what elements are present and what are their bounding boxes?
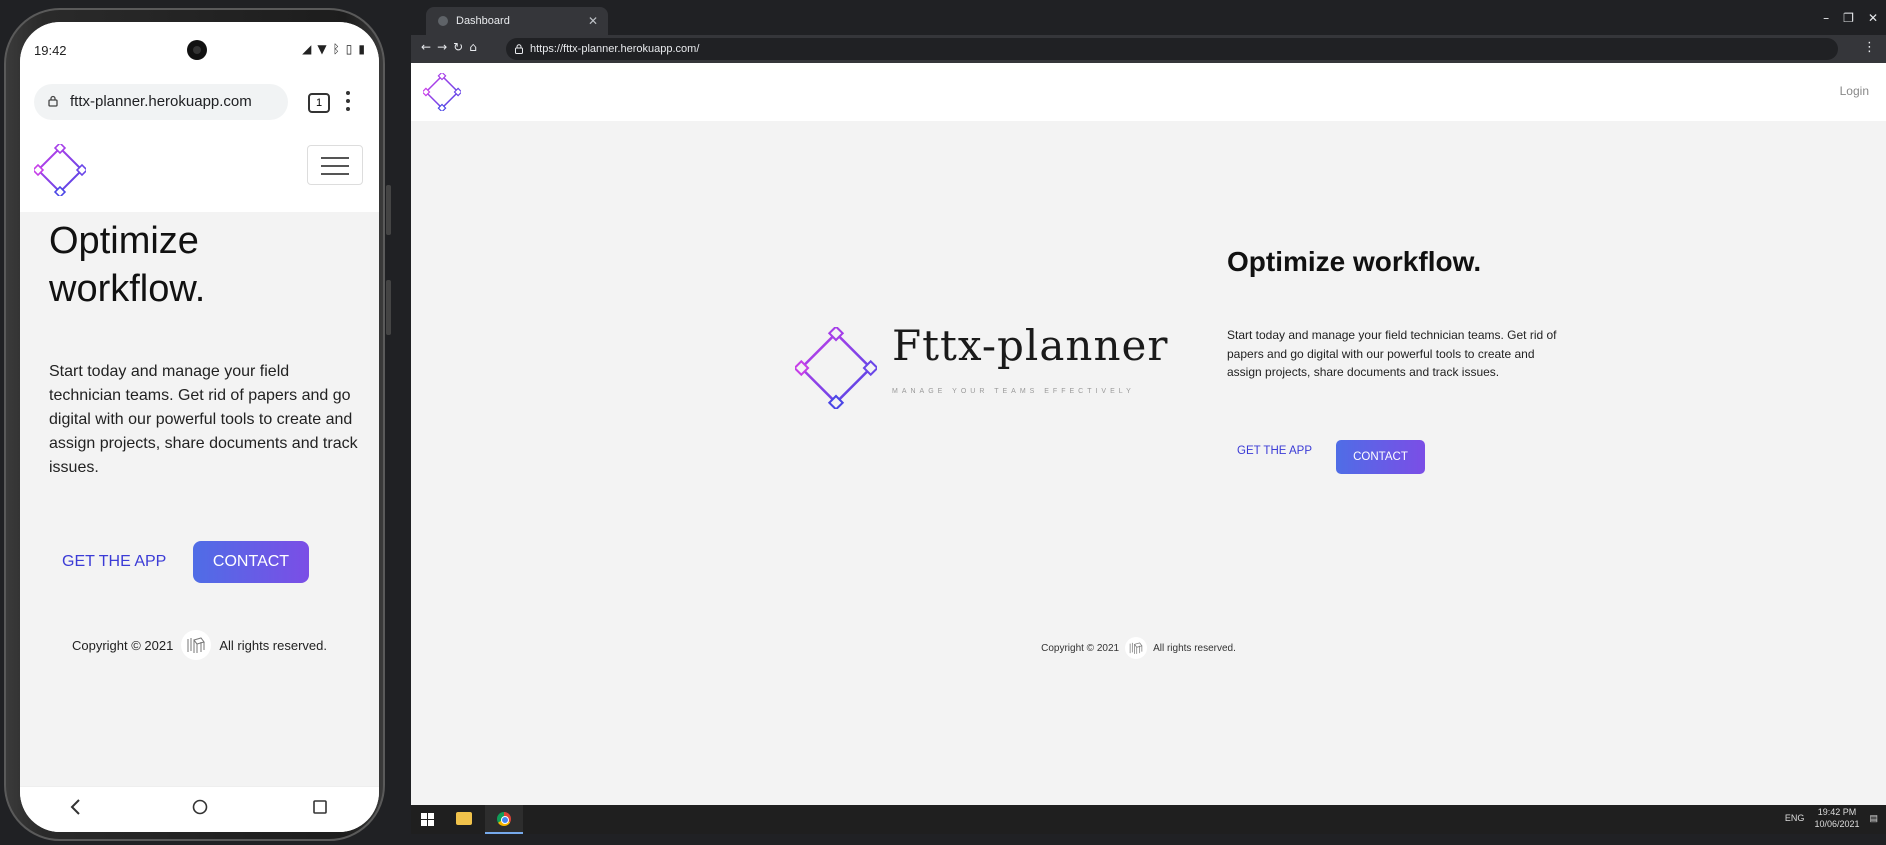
reload-icon[interactable]: ↻ — [453, 40, 463, 54]
restore-icon[interactable]: ❐ — [1843, 11, 1854, 25]
browser-tab[interactable]: Dashboard ✕ — [426, 7, 608, 35]
lock-icon — [515, 44, 523, 54]
diamond-logo-icon[interactable] — [423, 73, 461, 111]
vibrate-icon: ▯ — [345, 42, 353, 56]
company-logo-icon — [181, 630, 212, 660]
nav-buttons: ← → ↻ ⌂ — [421, 40, 477, 54]
desktop-window: Dashboard ✕ – ❐ ✕ ← → ↻ ⌂ https://fttx-p… — [411, 5, 1886, 834]
phone-hero-description: Start today and manage your field techni… — [49, 363, 358, 476]
hero-heading: Optimize workflow. — [1227, 246, 1482, 277]
phone-footer: Copyright © 2021 All rights reserved. — [20, 630, 379, 660]
system-tray: ENG 19:42 PM 10/06/2021 ▤ — [1785, 806, 1878, 830]
browser-menu-icon[interactable] — [345, 91, 351, 113]
signal-icon: ◢ — [302, 42, 312, 56]
battery-icon: ▮ — [358, 42, 365, 56]
bluetooth-icon: ᛒ — [332, 42, 340, 56]
clock-date: 10/06/2021 — [1814, 819, 1860, 829]
contact-button[interactable]: CONTACT — [1336, 440, 1425, 474]
close-window-icon[interactable]: ✕ — [1868, 11, 1878, 25]
tab-title: Dashboard — [456, 15, 510, 27]
login-link[interactable]: Login — [1840, 84, 1869, 98]
tab-favicon — [438, 16, 448, 26]
phone-url-text: fttx-planner.herokuapp.com — [70, 93, 252, 110]
address-bar[interactable]: https://fttx-planner.herokuapp.com/ — [506, 38, 1838, 60]
chrome-taskbar-button[interactable] — [485, 805, 523, 834]
diamond-logo-icon[interactable] — [34, 144, 86, 196]
file-explorer-icon[interactable] — [456, 812, 472, 825]
page-viewport: Login Fttx-planner MANAGE YOUR TEAMS EFF… — [411, 63, 1886, 805]
forward-arrow-icon[interactable]: → — [437, 40, 447, 54]
back-arrow-icon[interactable]: ← — [421, 40, 431, 54]
phone-footer-copyright: Copyright © 2021 — [71, 637, 174, 653]
taskbar: ENG 19:42 PM 10/06/2021 ▤ — [411, 805, 1886, 834]
wifi-icon: ▼ — [317, 42, 327, 56]
back-icon[interactable] — [69, 799, 81, 819]
phone-footer-rights: All rights reserved. — [219, 637, 327, 653]
language-indicator[interactable]: ENG — [1785, 813, 1805, 823]
status-icons: ◢ ▼ ᛒ ▯ ▮ — [302, 42, 365, 56]
brand-logo-icon — [795, 327, 877, 409]
phone-hero-heading: Optimize workflow. — [49, 220, 206, 310]
lock-icon — [48, 95, 58, 107]
tab-strip: Dashboard ✕ – ❐ ✕ — [411, 5, 1886, 35]
tab-switcher-button[interactable]: 1 — [308, 93, 330, 113]
site-footer: Copyright © 2021 All rights reserved. — [411, 637, 1886, 659]
status-time: 19:42 — [34, 43, 67, 58]
address-url: https://fttx-planner.herokuapp.com/ — [530, 43, 700, 55]
home-icon[interactable]: ⌂ — [469, 40, 477, 54]
site-navbar: Login — [411, 63, 1886, 121]
camera-icon — [187, 40, 207, 60]
minimize-icon[interactable]: – — [1823, 11, 1829, 25]
hero-description: Start today and manage your field techni… — [1227, 328, 1557, 379]
phone-status-bar: 19:42 ◢ ▼ ᛒ ▯ ▮ — [20, 22, 379, 76]
brand-tagline: MANAGE YOUR TEAMS EFFECTIVELY — [892, 388, 1135, 395]
phone-screen: 19:42 ◢ ▼ ᛒ ▯ ▮ fttx-planner.herokuapp.c… — [20, 22, 379, 832]
clock[interactable]: 19:42 PM 10/06/2021 — [1814, 806, 1859, 830]
footer-copyright: Copyright © 2021 — [1041, 642, 1120, 654]
tab-close-icon[interactable]: ✕ — [588, 7, 598, 35]
window-controls: – ❐ ✕ — [1823, 11, 1878, 25]
power-button — [386, 280, 391, 335]
browser-menu-icon[interactable]: ⋮ — [1863, 40, 1876, 55]
volume-button — [386, 185, 391, 235]
phone-frame: 19:42 ◢ ▼ ᛒ ▯ ▮ fttx-planner.herokuapp.c… — [4, 8, 391, 841]
phone-get-app-button[interactable]: GET THE APP — [48, 541, 180, 583]
brand-name: Fttx-planner — [892, 321, 1169, 370]
footer-rights: All rights reserved. — [1153, 642, 1236, 654]
get-app-button[interactable]: GET THE APP — [1237, 445, 1312, 457]
browser-toolbar: ← → ↻ ⌂ https://fttx-planner.herokuapp.c… — [411, 35, 1886, 63]
clock-time: 19:42 PM — [1817, 807, 1857, 817]
home-icon[interactable] — [192, 799, 208, 819]
company-logo-icon — [1125, 637, 1148, 659]
phone-contact-button[interactable]: CONTACT — [193, 541, 309, 583]
chrome-icon — [497, 812, 511, 826]
recents-icon[interactable] — [313, 799, 327, 818]
phone-url-bar: fttx-planner.herokuapp.com 1 — [20, 76, 379, 132]
windows-start-icon[interactable] — [421, 813, 434, 826]
menu-hamburger-icon[interactable] — [307, 145, 363, 185]
notification-icon[interactable]: ▤ — [1869, 813, 1878, 824]
phone-address-field[interactable]: fttx-planner.herokuapp.com — [34, 84, 288, 120]
phone-site-nav — [20, 132, 379, 212]
android-nav-bar — [20, 786, 379, 832]
